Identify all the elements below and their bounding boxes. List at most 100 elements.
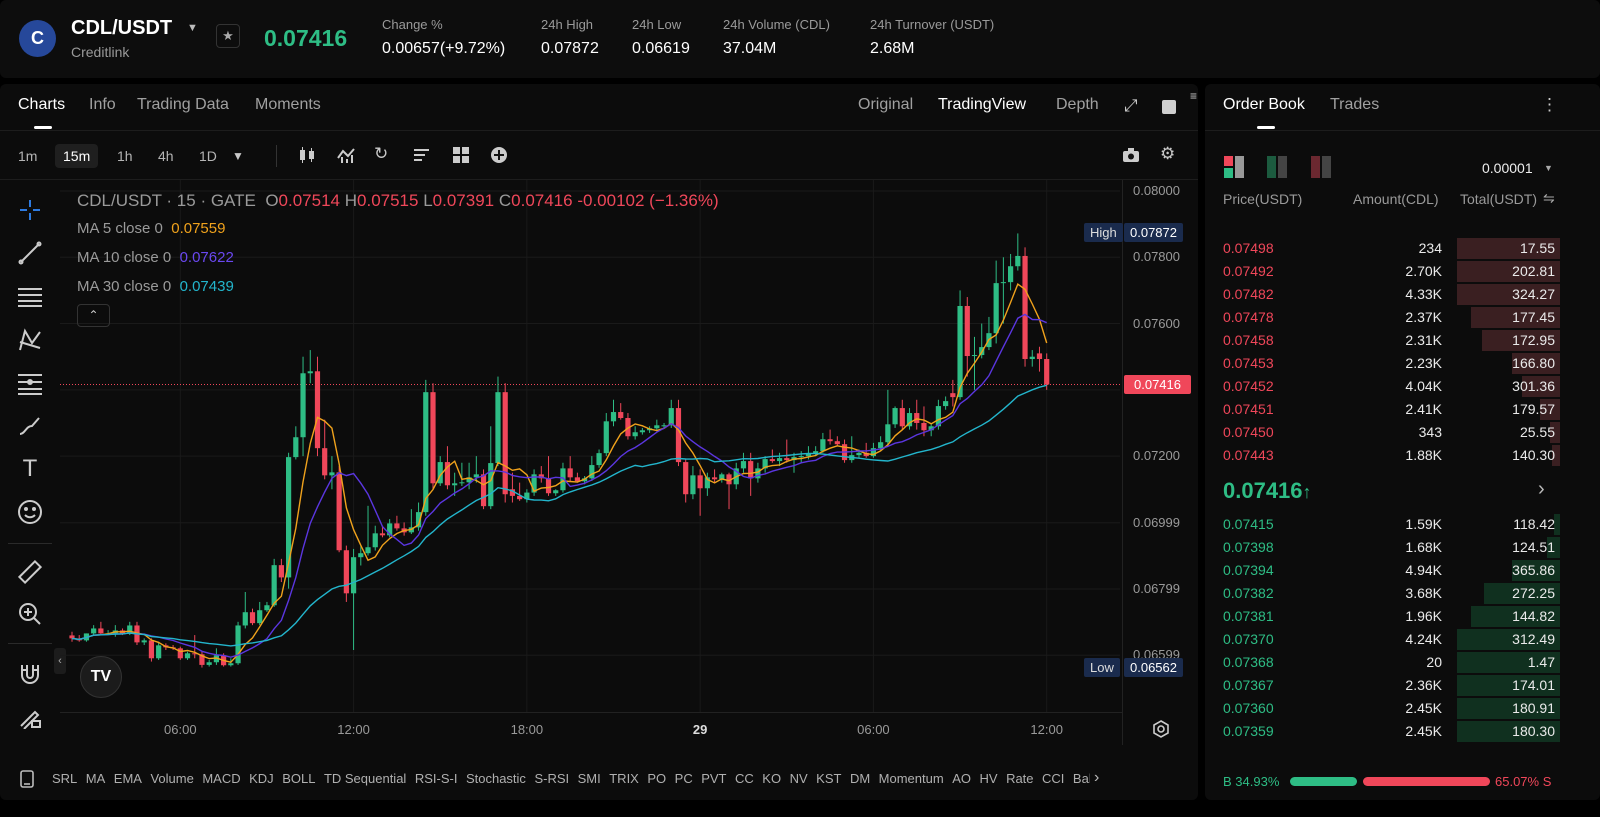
indicator-ko[interactable]: KO <box>762 771 781 786</box>
timeframe-1m[interactable]: 1m <box>10 144 45 168</box>
indicator-ma[interactable]: MA <box>86 771 106 786</box>
ask-row[interactable]: 0.07450 343 25.55 <box>1205 421 1560 443</box>
indicator-cci[interactable]: CCI <box>1042 771 1064 786</box>
ask-row[interactable]: 0.07492 2.70K 202.81 <box>1205 260 1560 282</box>
bid-row[interactable]: 0.07394 4.94K 365.86 <box>1205 559 1560 581</box>
indicator-cc[interactable]: CC <box>735 771 754 786</box>
timeframe-dropdown-icon[interactable]: ▼ <box>232 150 244 162</box>
precision-select[interactable]: 0.00001 <box>1482 160 1533 176</box>
indicator-td-sequential[interactable]: TD Sequential <box>324 771 406 786</box>
indicator-macd[interactable]: MACD <box>202 771 240 786</box>
view-both-icon[interactable] <box>1224 156 1246 183</box>
tab-order-book[interactable]: Order Book <box>1223 96 1305 114</box>
replay-icon[interactable]: ↻ <box>374 145 388 162</box>
ask-row[interactable]: 0.07452 4.04K 301.36 <box>1205 375 1560 397</box>
precision-dropdown-icon[interactable]: ▼ <box>1544 163 1553 173</box>
indicator-s-rsi[interactable]: S-RSI <box>534 771 569 786</box>
indicator-trix[interactable]: TRIX <box>609 771 639 786</box>
mobile-icon[interactable] <box>20 770 34 793</box>
indicator-kst[interactable]: KST <box>816 771 841 786</box>
more-options-icon[interactable]: ⋮ <box>1541 96 1558 113</box>
zoom-in-icon[interactable] <box>14 598 46 630</box>
fullscreen-icon[interactable]: ⤢ <box>1124 97 1138 114</box>
view-original[interactable]: Original <box>858 96 913 114</box>
ask-row[interactable]: 0.07453 2.23K 166.80 <box>1205 352 1560 374</box>
bid-row[interactable]: 0.07398 1.68K 124.51 <box>1205 536 1560 558</box>
bid-row[interactable]: 0.07381 1.96K 144.82 <box>1205 605 1560 627</box>
bid-row[interactable]: 0.07367 2.36K 174.01 <box>1205 674 1560 696</box>
chevron-right-icon[interactable]: › <box>1538 478 1545 501</box>
bid-row[interactable]: 0.07368 20 1.47 <box>1205 651 1560 673</box>
pattern-icon[interactable] <box>14 324 46 356</box>
tab-moments[interactable]: Moments <box>255 96 321 114</box>
timeframe-1h[interactable]: 1h <box>109 144 141 168</box>
tab-trading-data[interactable]: Trading Data <box>137 96 229 114</box>
lock-drawings-icon[interactable] <box>14 701 46 733</box>
indicator-smi[interactable]: SMI <box>578 771 601 786</box>
ask-row[interactable]: 0.07478 2.37K 177.45 <box>1205 306 1560 328</box>
timeframe-4h[interactable]: 4h <box>150 144 182 168</box>
view-depth[interactable]: Depth <box>1056 96 1099 114</box>
fib-icon[interactable] <box>14 367 46 399</box>
tab-charts[interactable]: Charts <box>18 96 65 114</box>
bid-row[interactable]: 0.07415 1.59K 118.42 <box>1205 513 1560 535</box>
favorite-star-icon[interactable]: ★ <box>216 24 240 48</box>
indicator-boll[interactable]: BOLL <box>282 771 315 786</box>
text-tool-icon[interactable]: T <box>14 453 46 485</box>
view-bids-icon[interactable] <box>1267 156 1289 183</box>
brush-icon[interactable] <box>14 410 46 442</box>
indicator-nv[interactable]: NV <box>790 771 808 786</box>
magnet-icon[interactable] <box>14 658 46 690</box>
indicator-pc[interactable]: PC <box>675 771 693 786</box>
indicator-ao[interactable]: AO <box>952 771 971 786</box>
toggle-total-icon[interactable]: ⇋ <box>1543 190 1555 207</box>
indicator-kdj[interactable]: KDJ <box>249 771 274 786</box>
tab-trades[interactable]: Trades <box>1330 96 1379 114</box>
indicator-pvt[interactable]: PVT <box>701 771 726 786</box>
window-icon[interactable] <box>1162 100 1176 114</box>
bid-row[interactable]: 0.07370 4.24K 312.49 <box>1205 628 1560 650</box>
view-asks-icon[interactable] <box>1311 156 1333 183</box>
mid-price[interactable]: 0.07416↑ <box>1223 478 1312 504</box>
timeframe-15m[interactable]: 15m <box>55 144 99 168</box>
timeframe-1d[interactable]: 1D <box>191 144 225 168</box>
crosshair-icon[interactable] <box>14 194 46 226</box>
indicator-scroll-right-icon[interactable]: › <box>1094 769 1099 787</box>
trend-line-icon[interactable] <box>14 237 46 269</box>
ask-row[interactable]: 0.07451 2.41K 179.57 <box>1205 398 1560 420</box>
bid-row[interactable]: 0.07359 2.45K 180.30 <box>1205 720 1560 742</box>
collapse-legend-button[interactable]: ⌃ <box>77 304 110 327</box>
tab-info[interactable]: Info <box>89 96 116 114</box>
add-icon[interactable] <box>490 146 508 167</box>
ruler-icon[interactable] <box>14 556 46 588</box>
settings-gear-icon[interactable]: ⚙ <box>1160 145 1175 162</box>
legend-ma5[interactable]: MA 5 close 0 0.07559 <box>77 220 225 237</box>
indicator-volume[interactable]: Volume <box>150 771 193 786</box>
ask-row[interactable]: 0.07458 2.31K 172.95 <box>1205 329 1560 351</box>
drag-handle-icon[interactable]: ≡ <box>1190 90 1197 102</box>
indicator-stochastic[interactable]: Stochastic <box>466 771 526 786</box>
camera-icon[interactable] <box>1122 146 1140 167</box>
drawing-list-icon[interactable] <box>413 146 431 167</box>
legend-ma30[interactable]: MA 30 close 0 0.07439 <box>77 278 234 295</box>
indicator-po[interactable]: PO <box>647 771 666 786</box>
indicator-hv[interactable]: HV <box>980 771 998 786</box>
bid-row[interactable]: 0.07360 2.45K 180.91 <box>1205 697 1560 719</box>
pair-selector[interactable]: CDL/USDT <box>71 17 172 40</box>
emoji-icon[interactable] <box>14 496 46 528</box>
caret-down-icon[interactable]: ▼ <box>187 22 198 34</box>
indicator-srl[interactable]: SRL <box>52 771 77 786</box>
horizontal-lines-icon[interactable] <box>14 280 46 312</box>
layout-grid-icon[interactable] <box>452 146 470 167</box>
tradingview-logo[interactable]: TV <box>80 656 122 698</box>
view-tradingview[interactable]: TradingView <box>938 96 1026 114</box>
indicator-ema[interactable]: EMA <box>114 771 142 786</box>
indicator-momentum[interactable]: Momentum <box>879 771 944 786</box>
ask-row[interactable]: 0.07482 4.33K 324.27 <box>1205 283 1560 305</box>
bid-row[interactable]: 0.07382 3.68K 272.25 <box>1205 582 1560 604</box>
axis-settings-icon[interactable] <box>1152 720 1170 743</box>
indicator-dm[interactable]: DM <box>850 771 870 786</box>
candle-type-icon[interactable] <box>298 146 316 167</box>
ask-row[interactable]: 0.07498 234 17.55 <box>1205 237 1560 259</box>
legend-ma10[interactable]: MA 10 close 0 0.07622 <box>77 249 234 266</box>
